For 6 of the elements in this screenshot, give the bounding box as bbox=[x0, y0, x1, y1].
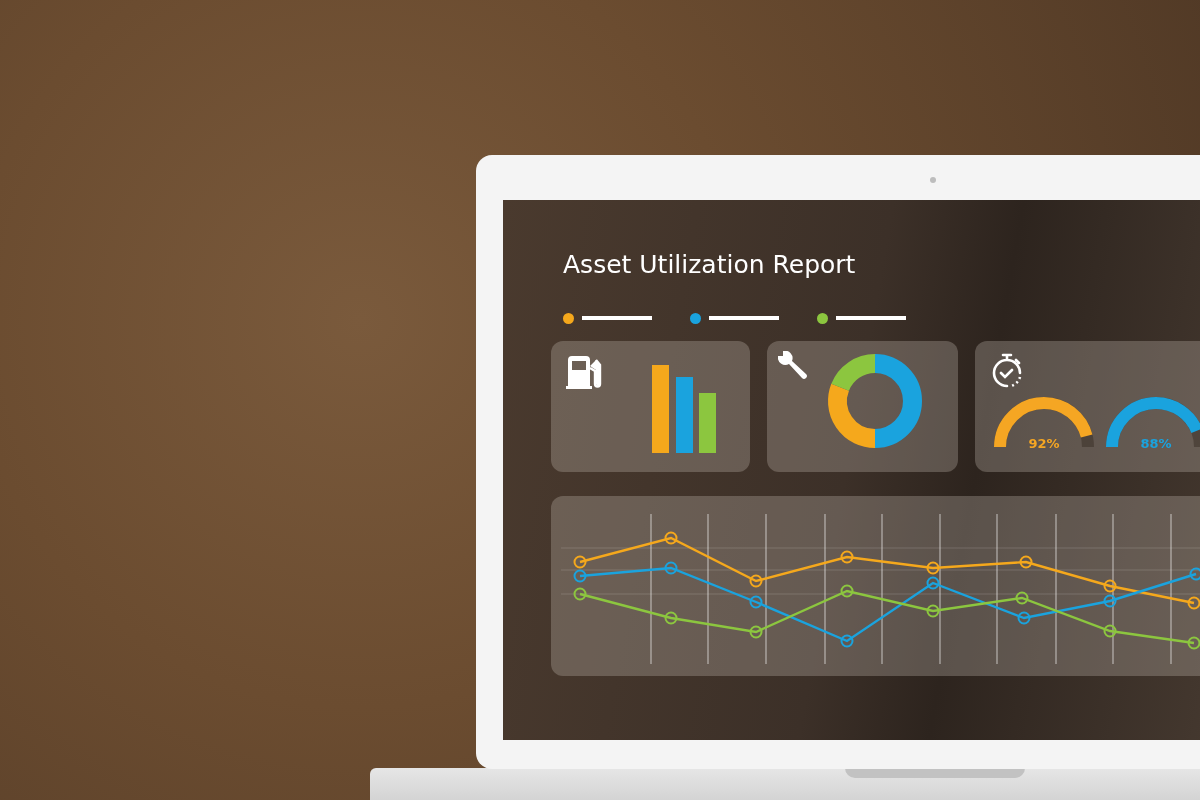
gauge-reading: 88% bbox=[1139, 436, 1173, 451]
wrench-icon bbox=[778, 351, 807, 380]
fuel-pump-icon bbox=[565, 354, 603, 390]
gauge-reading: 92% bbox=[1027, 436, 1061, 451]
report-title: Asset Utilization Report bbox=[563, 250, 857, 280]
camera-icon bbox=[930, 177, 936, 183]
